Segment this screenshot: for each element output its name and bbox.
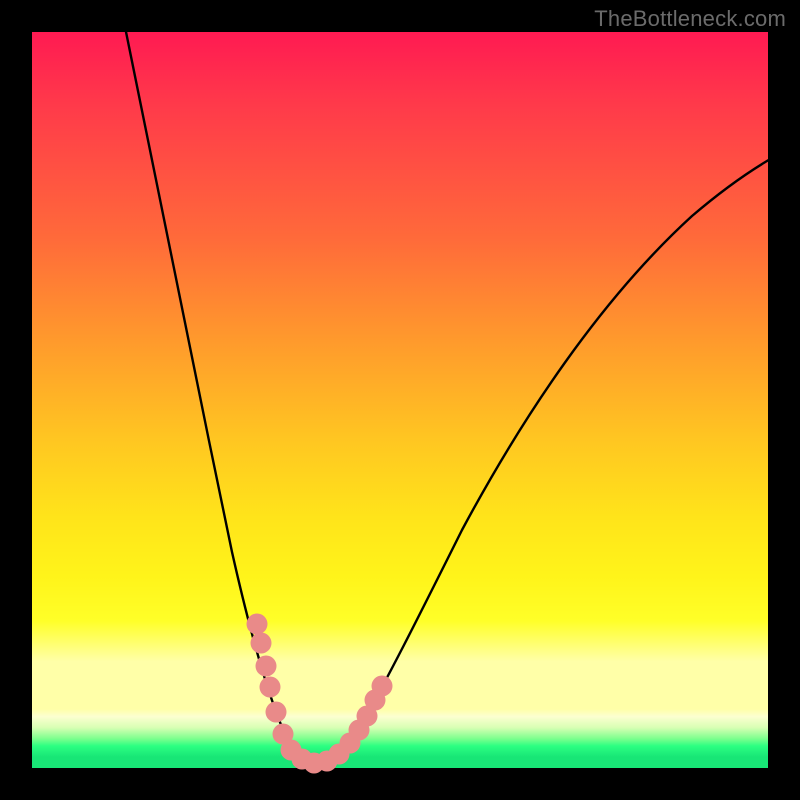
- marker-dot: [256, 656, 277, 677]
- marker-dot: [260, 677, 281, 698]
- chart-frame: TheBottleneck.com: [0, 0, 800, 800]
- chart-svg: [32, 32, 768, 768]
- watermark-text: TheBottleneck.com: [594, 6, 786, 32]
- marker-dot: [372, 676, 393, 697]
- marker-group: [247, 614, 393, 774]
- marker-dot: [247, 614, 268, 635]
- plot-area: [32, 32, 768, 768]
- marker-dot: [251, 633, 272, 654]
- bottleneck-curve: [124, 22, 772, 763]
- marker-dot: [266, 702, 287, 723]
